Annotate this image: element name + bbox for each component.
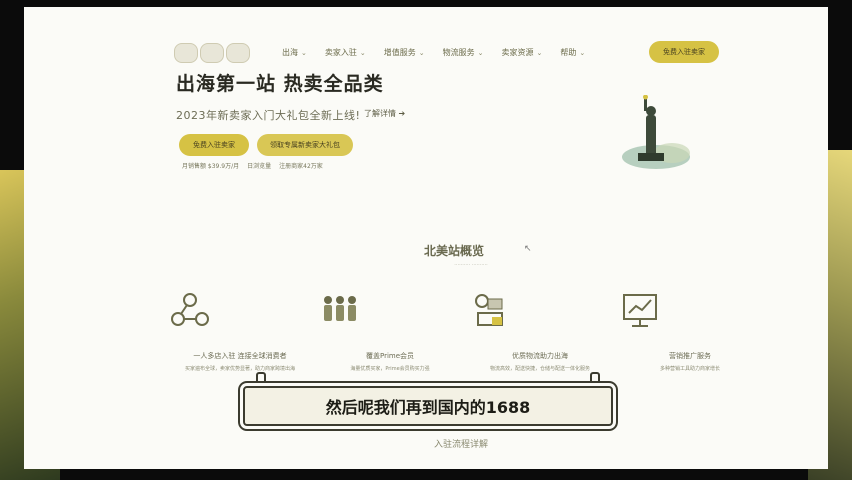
chevron-down-icon: ⌄ (418, 48, 425, 57)
feature-card: 覆盖Prime会员 海量优质买家，Prime会员购买力强 (320, 291, 460, 373)
nav-item[interactable]: 增值服务 ⌄ (384, 47, 425, 58)
nav-item[interactable]: 出海 ⌄ (282, 47, 307, 58)
stat-item: 月销售额 $39.9万/月 (182, 163, 240, 170)
video-subtitle: 然后呢我们再到国内的1688 (243, 386, 613, 426)
logo-mark-icon (200, 43, 224, 63)
feature-desc: 物流高效，配送快捷，仓储与配送一体化服务 (489, 366, 590, 372)
logo-mark-icon (226, 43, 250, 63)
chevron-down-icon: ⌄ (536, 48, 543, 57)
feature-title: 覆盖Prime会员 (365, 352, 415, 360)
hero-subtitle: 2023年新卖家入门大礼包全新上线! (176, 109, 361, 122)
feature-card: 营销推广服务 多种营销工具助力商家增长 (620, 291, 760, 373)
hero-signup-button[interactable]: 免费入驻卖家 (179, 134, 249, 156)
stat-item: 注册商家42万家 (279, 163, 323, 170)
site-logo[interactable] (174, 41, 274, 65)
nav-item[interactable]: 物流服务 ⌄ (443, 47, 484, 58)
network-icon (171, 293, 209, 326)
feature-card: 一人多店入驻 连接全球消费者 买家遍布全球，卖家优势显著，助力商家跨境出海 (170, 291, 310, 373)
feature-title: 一人多店入驻 连接全球消费者 (193, 352, 287, 360)
bottom-section-title: 入驻流程详解 (434, 440, 489, 450)
mouse-cursor-icon: ↖ (524, 244, 532, 254)
chevron-down-icon: ⌄ (579, 48, 586, 57)
signup-button[interactable]: 免费入驻卖家 (649, 41, 719, 63)
nav-item-label: 卖家资源 (501, 48, 534, 57)
hero-title: 出海第一站 热卖全品类 (176, 73, 384, 95)
chevron-down-icon: ⌄ (301, 48, 307, 57)
nav-item-label: 卖家入驻 (324, 48, 357, 57)
hero-stats: 月销售额 $39.9万/月 日浏览量 注册商家42万家 (182, 161, 323, 170)
section-title: 北美站概览 (424, 244, 485, 258)
gift-pack-button[interactable]: 领取专属新卖家大礼包 (257, 134, 353, 156)
growth-chart-icon (623, 294, 657, 327)
chevron-down-icon: ⌄ (477, 48, 484, 57)
nav-links: 出海 ⌄ 卖家入驻 ⌄ 增值服务 ⌄ 物流服务 ⌄ 卖家资源 ⌄ 帮助 ⌄ (282, 47, 585, 58)
logistics-icon (475, 294, 503, 326)
statue-of-liberty-illustration (622, 95, 690, 169)
feature-title: 优质物流助力出海 (512, 352, 568, 360)
feature-title: 营销推广服务 (669, 352, 711, 360)
top-nav: 出海 ⌄ 卖家入驻 ⌄ 增值服务 ⌄ 物流服务 ⌄ 卖家资源 ⌄ 帮助 ⌄ 免费入驻卖家 (24, 7, 828, 63)
nav-item[interactable]: 卖家资源 ⌄ (502, 47, 543, 58)
people-icon (324, 296, 356, 321)
section-subtitle: ·········· ·········· (454, 262, 488, 268)
stat-item: 日浏览量 (247, 163, 272, 170)
nav-item[interactable]: 卖家入驻 ⌄ (325, 47, 366, 58)
chevron-down-icon: ⌄ (359, 48, 366, 57)
nav-item-label: 出海 (282, 48, 298, 57)
logo-mark-icon (174, 43, 198, 63)
nav-item-label: 增值服务 (383, 48, 416, 57)
feature-card: 优质物流助力出海 物流高效，配送快捷，仓储与配送一体化服务 (470, 291, 610, 373)
nav-item-label: 物流服务 (442, 48, 475, 57)
learn-more-link[interactable]: 了解详情 ➔ (364, 108, 405, 119)
nav-item-label: 帮助 (560, 48, 577, 57)
feature-desc: 海量优质买家，Prime会员购买力强 (350, 366, 430, 372)
feature-desc: 买家遍布全球，卖家优势显著，助力商家跨境出海 (184, 366, 295, 372)
feature-desc: 多种营销工具助力商家增长 (659, 366, 720, 372)
nav-item[interactable]: 帮助 ⌄ (560, 47, 585, 58)
